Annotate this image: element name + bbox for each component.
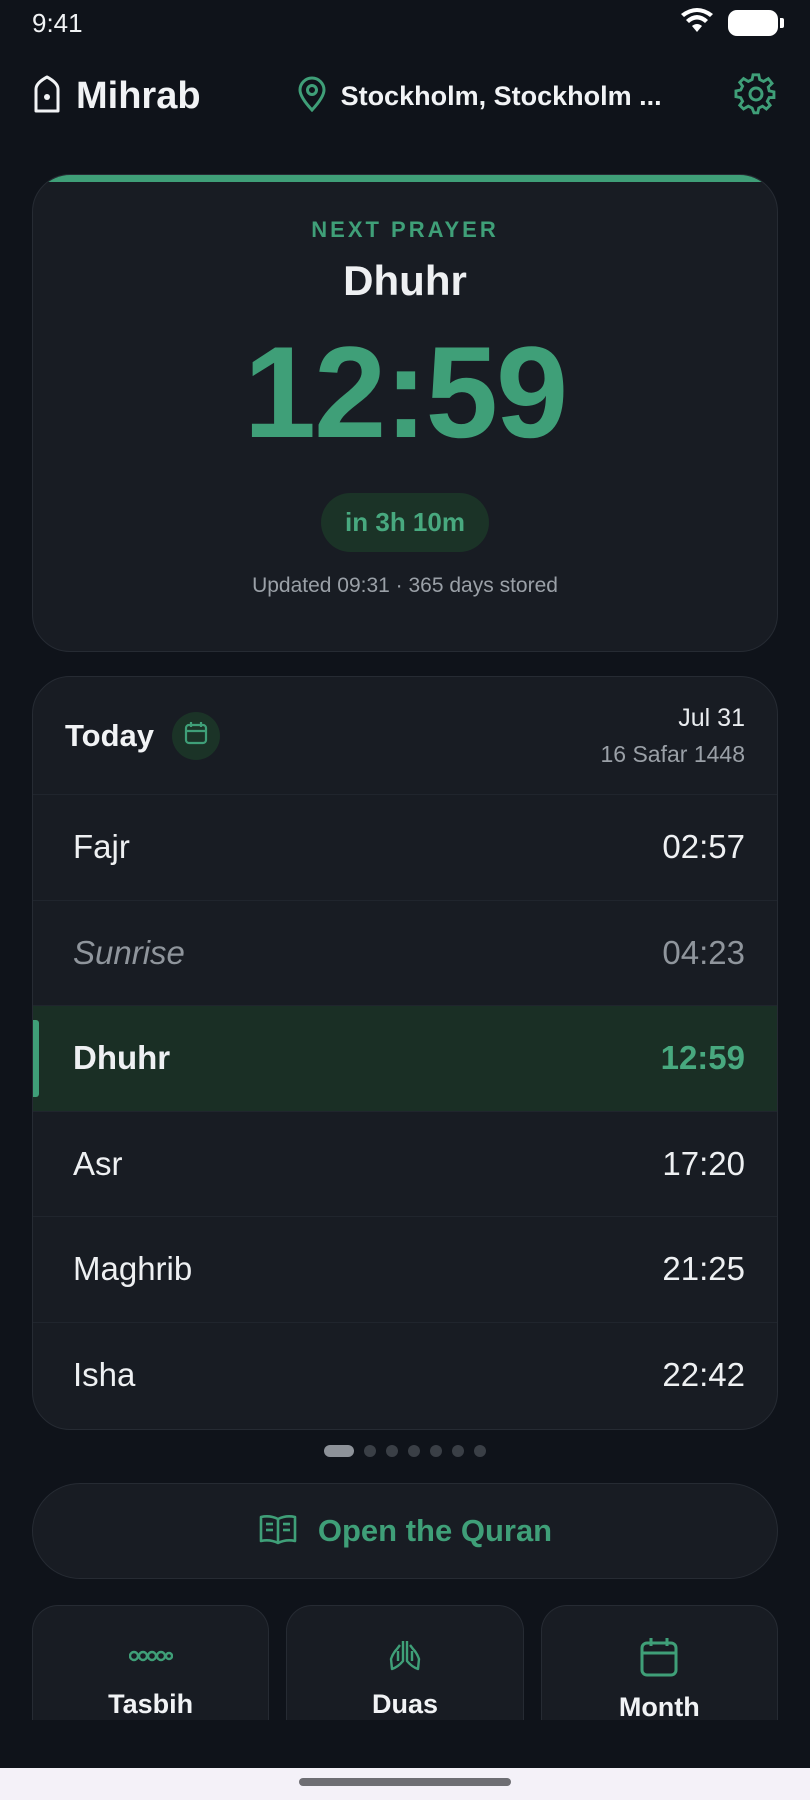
- calendar-icon: [639, 1636, 679, 1678]
- prayer-beads-icon: [128, 1636, 173, 1675]
- prayer-row-dhuhr[interactable]: Dhuhr 12:59: [33, 1006, 777, 1112]
- today-header: Today Jul 31 16 Safar 1448: [33, 677, 777, 795]
- prayer-time: 21:25: [662, 1250, 745, 1288]
- prayer-name: Maghrib: [73, 1250, 193, 1288]
- prayer-time: 17:20: [662, 1144, 745, 1182]
- open-quran-label: Open the Quran: [317, 1513, 553, 1548]
- prayer-name: Sunrise: [73, 933, 185, 971]
- mosque-icon: [32, 75, 62, 118]
- tasbih-label: Tasbih: [108, 1689, 194, 1719]
- next-prayer-name: Dhuhr: [343, 257, 467, 304]
- page-dot[interactable]: [324, 1445, 354, 1457]
- map-pin-icon: [297, 76, 327, 117]
- prayer-name: Dhuhr: [73, 1039, 171, 1077]
- prayer-name: Isha: [73, 1356, 136, 1394]
- tasbih-tile[interactable]: Tasbih: [32, 1605, 270, 1720]
- wifi-icon: [680, 7, 714, 39]
- gregorian-date: Jul 31: [678, 703, 745, 732]
- prayer-row-sunrise[interactable]: Sunrise 04:23: [33, 901, 777, 1006]
- book-open-icon: [258, 1513, 298, 1550]
- system-nav-area: [0, 1768, 810, 1800]
- today-label: Today: [65, 717, 154, 753]
- prayer-time: 12:59: [660, 1039, 745, 1077]
- bottom-fade: [0, 1720, 810, 1768]
- quick-actions: Tasbih Duas Month: [32, 1605, 778, 1722]
- gear-icon: [734, 72, 778, 121]
- countdown-badge: in 3h 10m: [321, 493, 489, 552]
- brand: Mihrab: [32, 75, 201, 118]
- home-indicator[interactable]: [299, 1778, 511, 1786]
- app-header: Mihrab Stockholm, Stockholm ...: [0, 60, 810, 132]
- settings-button[interactable]: [734, 72, 778, 121]
- prayer-time: 22:42: [662, 1356, 745, 1394]
- prayer-time: 04:23: [662, 933, 745, 971]
- page-dot[interactable]: [386, 1445, 398, 1457]
- page-dot[interactable]: [364, 1445, 376, 1457]
- duas-tile[interactable]: Duas: [286, 1605, 524, 1720]
- status-time: 9:41: [32, 7, 83, 38]
- calendar-icon: [183, 720, 209, 751]
- next-prayer-time: 12:59: [243, 319, 569, 465]
- app-title: Mihrab: [76, 74, 201, 117]
- status-bar: 9:41: [0, 0, 810, 46]
- next-prayer-label: NEXT PRAYER: [311, 217, 499, 242]
- prayer-name: Asr: [73, 1144, 123, 1182]
- location-selector[interactable]: Stockholm, Stockholm ...: [297, 76, 662, 117]
- prayer-row-fajr[interactable]: Fajr 02:57: [33, 795, 777, 901]
- praying-hands-icon: [388, 1636, 422, 1675]
- calendar-button[interactable]: [172, 711, 220, 760]
- next-prayer-card: NEXT PRAYER Dhuhr 12:59 in 3h 10m Update…: [32, 174, 778, 652]
- status-icons: [680, 7, 784, 39]
- prayer-time: 02:57: [662, 828, 745, 866]
- month-label: Month: [618, 1692, 700, 1722]
- prayer-row-isha[interactable]: Isha 22:42: [33, 1323, 777, 1429]
- prayer-list: Fajr 02:57 Sunrise 04:23 Dhuhr 12:59 Asr…: [33, 795, 777, 1428]
- page-indicator[interactable]: [0, 1445, 810, 1457]
- page-dot[interactable]: [474, 1445, 486, 1457]
- duas-label: Duas: [371, 1689, 438, 1719]
- page-dot[interactable]: [452, 1445, 464, 1457]
- battery-icon: [728, 10, 784, 36]
- prayer-row-asr[interactable]: Asr 17:20: [33, 1112, 777, 1217]
- open-quran-button[interactable]: Open the Quran: [32, 1483, 778, 1579]
- month-tile[interactable]: Month: [540, 1605, 778, 1722]
- page-dot[interactable]: [430, 1445, 442, 1457]
- prayer-name: Fajr: [73, 828, 130, 866]
- today-schedule-card: Today Jul 31 16 Safar 1448 Fajr 02:57 Su…: [32, 676, 778, 1430]
- page-dot[interactable]: [408, 1445, 420, 1457]
- prayer-row-maghrib[interactable]: Maghrib 21:25: [33, 1217, 777, 1323]
- update-status: Updated 09:31 · 365 days stored: [252, 574, 558, 597]
- location-label: Stockholm, Stockholm ...: [340, 80, 662, 111]
- date-display: Jul 31 16 Safar 1448: [600, 704, 745, 768]
- hijri-date: 16 Safar 1448: [600, 740, 745, 767]
